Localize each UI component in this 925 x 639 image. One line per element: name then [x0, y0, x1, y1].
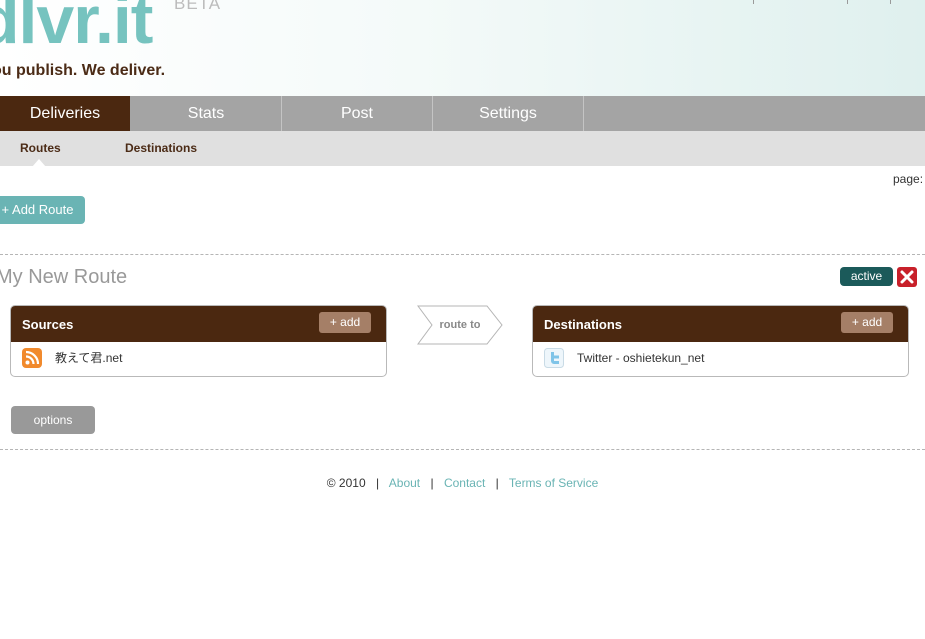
destinations-header: Destinations + add	[533, 306, 908, 342]
rss-icon	[22, 348, 42, 368]
route-status-badge[interactable]: active	[840, 267, 893, 286]
pagination-label: page:	[893, 172, 924, 186]
site-logo[interactable]: dlvr.it	[0, 0, 153, 54]
route-title[interactable]: My New Route	[0, 266, 127, 289]
footer-separator: |	[375, 476, 380, 490]
source-label: 教えて君.net	[55, 351, 123, 365]
source-item[interactable]: 教えて君.net	[22, 348, 372, 368]
destinations-panel: Destinations + add Twitter - oshietekun_…	[532, 305, 909, 377]
sources-header: Sources + add	[11, 306, 386, 342]
tab-stats[interactable]: Stats	[131, 96, 282, 131]
destination-item[interactable]: Twitter - oshietekun_net	[544, 348, 894, 368]
sources-title: Sources	[22, 317, 74, 332]
tab-post[interactable]: Post	[282, 96, 433, 131]
add-route-button[interactable]: + Add Route	[0, 196, 85, 224]
beta-badge: BETA	[174, 0, 222, 13]
site-tagline: ou publish. We deliver.	[0, 62, 166, 79]
tab-settings[interactable]: Settings	[433, 96, 584, 131]
footer-copyright: © 2010	[326, 476, 366, 490]
add-source-button[interactable]: + add	[319, 312, 371, 333]
footer-link-contact[interactable]: Contact	[444, 476, 485, 490]
active-subnav-pointer	[32, 159, 46, 167]
add-destination-button[interactable]: + add	[841, 312, 893, 333]
subnav-destinations[interactable]: Destinations	[125, 131, 197, 166]
destination-label: Twitter - oshietekun_net	[577, 351, 705, 365]
tab-deliveries[interactable]: Deliveries	[0, 96, 130, 131]
top-links-divider	[700, 0, 925, 4]
route-to-connector: route to	[417, 305, 503, 345]
footer-link-terms[interactable]: Terms of Service	[509, 476, 598, 490]
site-footer: © 2010 | About | Contact | Terms of Serv…	[0, 476, 925, 490]
footer-link-about[interactable]: About	[389, 476, 420, 490]
footer-separator: |	[430, 476, 434, 490]
site-header: dlvr.it BETA ou publish. We deliver.	[0, 0, 925, 96]
section-divider-top	[0, 254, 925, 255]
main-nav: Deliveries Stats Post Settings	[0, 96, 925, 131]
twitter-icon	[544, 348, 564, 368]
footer-separator: |	[495, 476, 499, 490]
sources-panel: Sources + add 教えて君.net	[10, 305, 387, 377]
destinations-title: Destinations	[544, 317, 623, 332]
options-button[interactable]: options	[11, 406, 95, 434]
sub-nav: Routes Destinations	[0, 131, 925, 166]
route-to-label: route to	[439, 319, 481, 331]
section-divider-bottom	[0, 449, 925, 450]
close-icon	[900, 270, 914, 284]
delete-route-button[interactable]	[897, 267, 917, 287]
